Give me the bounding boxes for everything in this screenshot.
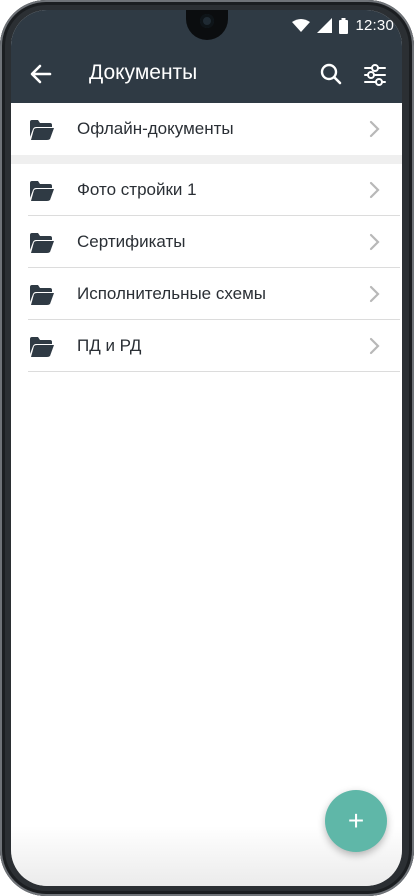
battery-icon (339, 17, 349, 34)
screen: 12:30 Документы Офлайн-документы Фото ст… (11, 10, 402, 886)
list-item-folder[interactable]: Исполнительные схемы (11, 268, 402, 320)
toolbar: Документы (11, 51, 402, 99)
wifi-icon (292, 18, 311, 32)
list-item-folder[interactable]: Фото стройки 1 (11, 164, 402, 216)
signal-icon (317, 18, 333, 33)
status-time: 12:30 (355, 17, 394, 34)
folder-open-icon (30, 337, 54, 357)
row-divider (28, 371, 400, 372)
camera-notch (186, 10, 228, 40)
phone-frame: 12:30 Документы Офлайн-документы Фото ст… (0, 0, 414, 896)
add-button[interactable]: + (325, 790, 387, 852)
list-item-label: ПД и РД (77, 336, 142, 355)
chevron-right-icon (369, 233, 380, 251)
list-item-label: Исполнительные схемы (77, 284, 267, 303)
folder-open-icon (30, 233, 54, 253)
list-item-folder[interactable]: Сертификаты (11, 216, 402, 268)
search-icon (320, 63, 342, 85)
filter-button[interactable] (361, 60, 389, 88)
back-button[interactable] (27, 60, 55, 88)
folder-open-icon (30, 285, 54, 305)
list-item-label: Офлайн-документы (77, 119, 234, 138)
status-icons: 12:30 (292, 17, 394, 34)
chevron-right-icon (369, 337, 380, 355)
documents-list: Офлайн-документы Фото стройки 1 Сертифик… (11, 103, 402, 372)
camera-icon (200, 14, 214, 28)
chevron-right-icon (369, 120, 380, 138)
list-item-folder[interactable]: ПД и РД (11, 320, 402, 372)
plus-icon: + (347, 805, 365, 836)
folder-open-icon (30, 181, 54, 201)
section-divider (11, 155, 402, 164)
list-item-label: Фото стройки 1 (77, 180, 197, 199)
list-item-offline-documents[interactable]: Офлайн-документы (11, 103, 402, 155)
filter-settings-icon (364, 64, 386, 86)
folder-open-icon (30, 120, 54, 140)
page-title: Документы (89, 61, 198, 84)
status-bar: 12:30 (11, 10, 402, 46)
search-button[interactable] (317, 60, 345, 88)
app-bar: 12:30 Документы (11, 10, 402, 103)
back-arrow-icon (30, 64, 52, 84)
chevron-right-icon (369, 285, 380, 303)
chevron-right-icon (369, 181, 380, 199)
list-item-label: Сертификаты (77, 232, 186, 251)
